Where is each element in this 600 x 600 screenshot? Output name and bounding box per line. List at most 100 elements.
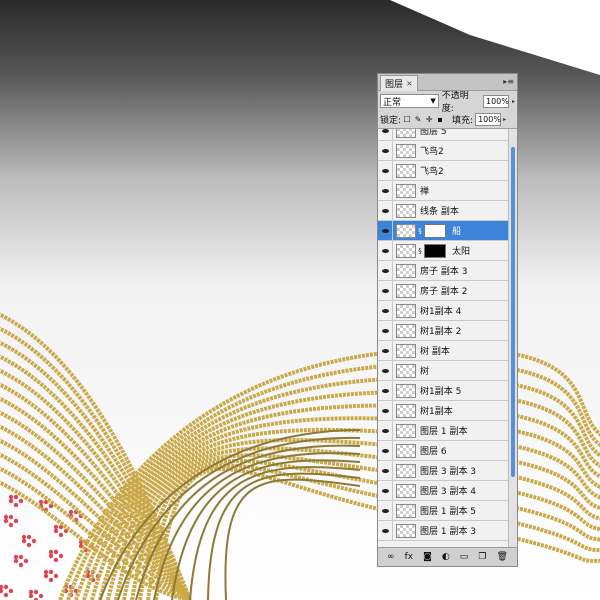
layer-row[interactable]: § 太阳 xyxy=(378,240,508,261)
layer-row[interactable]: 树1副本 2 xyxy=(378,320,508,341)
layer-row[interactable]: 树1副本 xyxy=(378,400,508,421)
eye-icon[interactable] xyxy=(378,260,393,281)
layer-row[interactable]: 图层 5 xyxy=(378,129,508,141)
layer-row[interactable]: 禅 xyxy=(378,180,508,201)
layer-thumbnail[interactable] xyxy=(396,303,416,318)
visibility-dot xyxy=(381,268,389,273)
layer-thumbnail[interactable] xyxy=(396,323,416,338)
eye-icon[interactable] xyxy=(378,400,393,421)
layer-name: 禅 xyxy=(420,187,430,197)
eye-icon[interactable] xyxy=(378,129,393,141)
new-layer-icon[interactable]: ❐ xyxy=(478,552,486,562)
blossom-dot xyxy=(48,549,54,555)
layer-row[interactable]: 房子 副本 2 xyxy=(378,280,508,301)
blossom-dot xyxy=(48,569,54,575)
layer-row[interactable]: 房子 副本 3 xyxy=(378,260,508,281)
eye-icon[interactable] xyxy=(378,320,393,341)
eye-icon[interactable] xyxy=(378,440,393,461)
layer-thumbnail[interactable] xyxy=(396,223,416,238)
layer-thumbnail[interactable] xyxy=(396,423,416,438)
lock-all-icon[interactable]: ▪ xyxy=(436,115,444,124)
layer-row[interactable]: 图层 1 副本 xyxy=(378,420,508,441)
layer-thumbnail[interactable] xyxy=(396,443,416,458)
panel-menu-icon[interactable]: ▸≡ xyxy=(503,77,514,86)
fill-field[interactable]: 100% xyxy=(475,113,502,126)
layer-thumbnail[interactable] xyxy=(396,283,416,298)
blend-mode-select[interactable]: 正常 ▼ xyxy=(380,94,439,108)
layer-row[interactable]: 图层 1 副本 5 xyxy=(378,500,508,521)
opacity-slider-icon[interactable]: ▸ xyxy=(512,98,515,105)
eye-icon[interactable] xyxy=(378,340,393,361)
eye-icon[interactable] xyxy=(378,180,393,201)
layer-thumbnail[interactable] xyxy=(396,183,416,198)
eye-icon[interactable] xyxy=(378,240,393,261)
layer-thumbnail[interactable] xyxy=(396,403,416,418)
layer-thumbnail[interactable] xyxy=(396,163,416,178)
layer-thumbnail[interactable] xyxy=(396,263,416,278)
eye-icon[interactable] xyxy=(378,460,393,481)
lock-paint-icon[interactable]: ✎ xyxy=(414,115,422,124)
blend-mode-value: 正常 xyxy=(383,97,402,108)
layer-row[interactable]: 树 副本 xyxy=(378,340,508,361)
layer-row[interactable]: 树1副本 4 xyxy=(378,300,508,321)
eye-icon[interactable] xyxy=(378,160,393,181)
trash-icon[interactable]: 🗑 xyxy=(496,552,507,562)
layer-row[interactable]: 飞鸟2 xyxy=(378,160,508,181)
layer-thumbnail[interactable] xyxy=(396,343,416,358)
eye-icon[interactable] xyxy=(378,480,393,501)
lock-transparent-icon[interactable]: ☐ xyxy=(403,115,411,124)
fx-icon[interactable]: fx xyxy=(405,552,414,562)
layer-row[interactable]: 图层 6 xyxy=(378,440,508,461)
eye-icon[interactable] xyxy=(378,380,393,401)
visibility-dot xyxy=(381,368,389,373)
blossom-dot xyxy=(26,542,32,548)
layer-row[interactable]: 飞鸟2 xyxy=(378,140,508,161)
eye-icon[interactable] xyxy=(378,520,393,541)
layer-row[interactable]: 树1副本 5 xyxy=(378,380,508,401)
layers-scrollbar[interactable] xyxy=(508,129,517,549)
layer-thumbnail[interactable] xyxy=(396,503,416,518)
eye-icon[interactable] xyxy=(378,220,393,241)
group-icon[interactable]: ▭ xyxy=(460,552,469,562)
mask-icon[interactable]: ◙ xyxy=(423,552,432,562)
layer-row[interactable]: § 船 xyxy=(378,220,508,241)
layer-name: 图层 6 xyxy=(420,447,447,457)
eye-icon[interactable] xyxy=(378,200,393,221)
eye-icon[interactable] xyxy=(378,140,393,161)
layer-thumbnail[interactable] xyxy=(396,129,416,138)
link-icon[interactable]: ∞ xyxy=(387,552,395,562)
close-icon[interactable]: × xyxy=(406,79,413,88)
eye-icon[interactable] xyxy=(378,360,393,381)
chain-link-icon[interactable]: § xyxy=(416,227,424,235)
layer-thumbnail[interactable] xyxy=(396,523,416,538)
layer-thumbnail[interactable] xyxy=(396,363,416,378)
layer-mask-thumbnail[interactable] xyxy=(424,243,446,258)
opacity-field[interactable]: 100% xyxy=(482,94,509,108)
layer-mask-thumbnail[interactable] xyxy=(424,223,446,238)
panel-footer: ∞ fx ◙ ◐ ▭ ❐ 🗑 xyxy=(378,547,517,566)
layer-row[interactable]: 图层 3 副本 3 xyxy=(378,460,508,481)
chain-link-icon[interactable]: § xyxy=(416,247,424,255)
layer-row[interactable]: 图层 3 副本 4 xyxy=(378,480,508,501)
layer-thumbnail[interactable] xyxy=(396,463,416,478)
fill-slider-icon[interactable]: ▸ xyxy=(503,116,506,123)
layer-name: 船 xyxy=(452,227,462,237)
layer-row[interactable]: 线条 副本 xyxy=(378,200,508,221)
layer-row[interactable]: 树 xyxy=(378,360,508,381)
blossom-dot xyxy=(53,528,59,534)
layer-thumbnail[interactable] xyxy=(396,483,416,498)
layer-thumbnail[interactable] xyxy=(396,243,416,258)
eye-icon[interactable] xyxy=(378,500,393,521)
layer-row[interactable]: 图层 1 副本 3 xyxy=(378,520,508,541)
layer-name: 图层 3 副本 3 xyxy=(420,467,477,477)
layer-thumbnail[interactable] xyxy=(396,383,416,398)
eye-icon[interactable] xyxy=(378,420,393,441)
tab-layers[interactable]: 图层 × xyxy=(380,75,418,91)
lock-move-icon[interactable]: ✛ xyxy=(425,115,433,124)
eye-icon[interactable] xyxy=(378,280,393,301)
adjustment-icon[interactable]: ◐ xyxy=(442,552,450,562)
eye-icon[interactable] xyxy=(378,300,393,321)
layer-thumbnail[interactable] xyxy=(396,203,416,218)
layer-thumbnail[interactable] xyxy=(396,143,416,158)
scrollbar-thumb[interactable] xyxy=(511,147,515,477)
